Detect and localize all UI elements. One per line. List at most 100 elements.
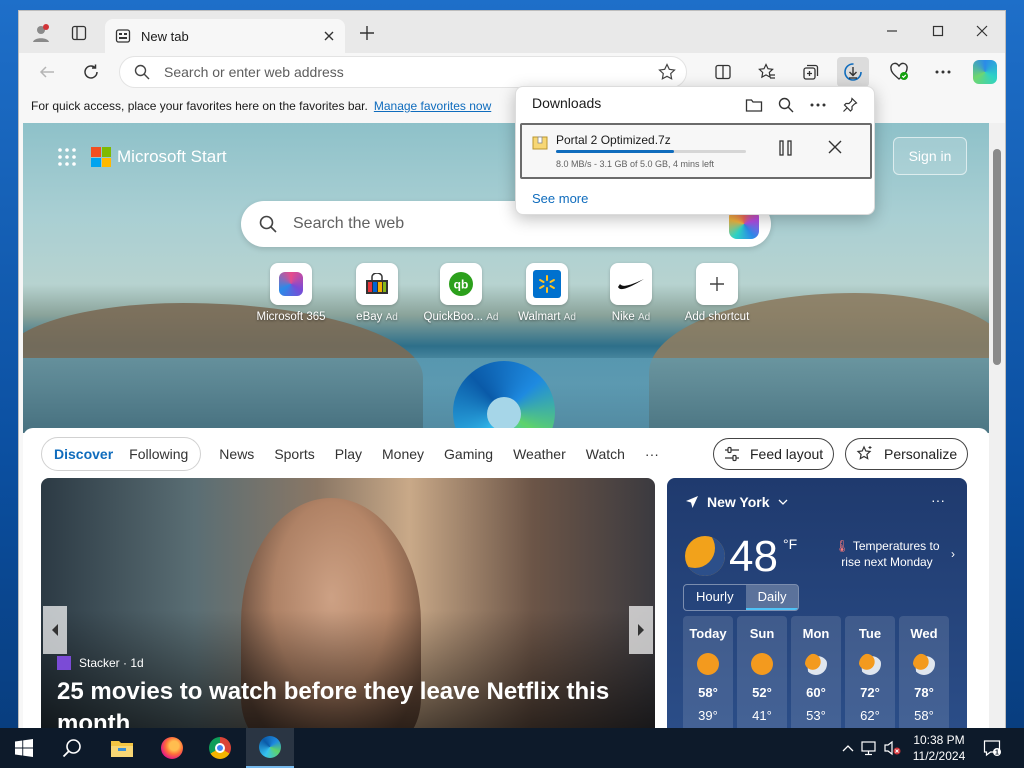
windows-logo-icon xyxy=(15,739,33,757)
download-file-name: Portal 2 Optimized.7z xyxy=(556,133,671,147)
sun-icon xyxy=(697,653,719,675)
shortcut-microsoft-365[interactable]: Microsoft 365 xyxy=(251,263,331,323)
mode-daily[interactable]: Daily xyxy=(745,585,799,610)
refresh-icon[interactable] xyxy=(75,57,107,87)
weather-location[interactable]: New York xyxy=(685,494,788,510)
article-source: Stacker · 1d xyxy=(57,656,144,670)
shortcut-label: Nike xyxy=(611,311,635,323)
nav-play[interactable]: Play xyxy=(325,446,372,462)
nav-sports[interactable]: Sports xyxy=(264,446,324,462)
featured-article[interactable]: Stacker · 1d 25 movies to watch before t… xyxy=(41,478,655,743)
nav-watch[interactable]: Watch xyxy=(576,446,635,462)
close-window-button[interactable] xyxy=(959,11,1005,51)
shortcut-add[interactable]: Add shortcut xyxy=(677,263,757,323)
feed-layout-button[interactable]: Feed layout xyxy=(713,438,835,470)
shortcut-walmart[interactable]: Walmart Ad xyxy=(507,263,587,323)
crescent-moon-icon xyxy=(685,536,725,576)
scrollbar-thumb[interactable] xyxy=(993,149,1001,365)
taskbar-chrome[interactable] xyxy=(196,728,244,768)
nav-more[interactable]: ··· xyxy=(635,446,669,462)
maximize-button[interactable] xyxy=(915,11,961,51)
page-scrollbar[interactable] xyxy=(989,123,1005,743)
sparkle-star-icon xyxy=(856,445,872,460)
new-tab-page: Microsoft Start Sign in Search the web M… xyxy=(23,123,989,743)
mode-hourly[interactable]: Hourly xyxy=(684,585,746,610)
nav-weather[interactable]: Weather xyxy=(503,446,576,462)
carousel-next-button[interactable] xyxy=(629,606,653,654)
folder-icon xyxy=(111,741,133,757)
chevron-up-icon xyxy=(842,745,854,752)
split-screen-icon[interactable] xyxy=(707,57,739,87)
personalize-button[interactable]: Personalize xyxy=(845,438,969,470)
notifications-icon[interactable]: 1 xyxy=(982,738,1002,758)
carousel-prev-button[interactable] xyxy=(43,606,67,654)
open-folder-icon[interactable] xyxy=(742,93,766,117)
partly-cloudy-icon xyxy=(913,653,935,675)
collections-icon[interactable] xyxy=(795,57,827,87)
forecast-day[interactable]: Today 58° 39° xyxy=(683,616,733,743)
pause-download-button[interactable] xyxy=(778,139,794,157)
favorites-icon[interactable] xyxy=(751,57,783,87)
day-high: 60° xyxy=(806,685,826,700)
download-status: 8.0 MB/s - 3.1 GB of 5.0 GB, 4 mins left xyxy=(556,159,715,169)
search-downloads-icon[interactable] xyxy=(774,93,798,117)
back-icon[interactable] xyxy=(31,57,63,87)
downloads-icon[interactable] xyxy=(837,57,869,87)
brand-title: Microsoft Start xyxy=(117,147,227,166)
tab-actions-icon[interactable] xyxy=(65,19,93,47)
firefox-icon xyxy=(161,737,183,759)
taskbar-edge[interactable] xyxy=(246,728,294,768)
shortcut-nike[interactable]: Nike Ad xyxy=(591,263,671,323)
copilot-icon[interactable] xyxy=(969,57,1001,87)
forecast-day[interactable]: Tue 72° 62° xyxy=(845,616,895,743)
taskbar-clock[interactable]: 10:38 PM 11/2/2024 xyxy=(904,732,974,764)
favorites-bar-hint: For quick access, place your favorites h… xyxy=(31,99,368,113)
see-more-link[interactable]: See more xyxy=(532,191,588,206)
taskbar-search-button[interactable] xyxy=(48,728,96,768)
more-options-icon[interactable] xyxy=(927,57,959,87)
forecast-day[interactable]: Sun 52° 41° xyxy=(737,616,787,743)
browser-essentials-icon[interactable] xyxy=(883,57,915,87)
sign-in-button[interactable]: Sign in xyxy=(893,137,967,175)
downloads-more-icon[interactable] xyxy=(806,93,830,117)
forecast-day[interactable]: Wed 78° 58° xyxy=(899,616,949,743)
day-name: Wed xyxy=(910,626,938,641)
volume-muted-icon[interactable] xyxy=(882,738,902,758)
address-bar[interactable]: Search or enter web address xyxy=(119,56,687,88)
taskbar-file-explorer[interactable] xyxy=(98,728,146,768)
forecast-day[interactable]: Mon 60° 53° xyxy=(791,616,841,743)
taskbar-firefox[interactable] xyxy=(148,728,196,768)
walmart-icon xyxy=(526,263,568,305)
start-button[interactable] xyxy=(0,728,48,768)
shortcut-label: eBay xyxy=(356,311,383,323)
tab-following[interactable]: Following xyxy=(121,446,196,462)
profile-icon[interactable] xyxy=(27,19,55,47)
nav-money[interactable]: Money xyxy=(372,446,434,462)
tab-discover[interactable]: Discover xyxy=(46,446,121,462)
new-tab-button[interactable] xyxy=(353,19,381,47)
cancel-download-button[interactable] xyxy=(828,140,842,154)
day-high: 58° xyxy=(698,685,718,700)
download-item[interactable]: Portal 2 Optimized.7z 8.0 MB/s - 3.1 GB … xyxy=(520,123,872,179)
tab-new-tab[interactable]: New tab xyxy=(105,19,345,53)
weather-alert[interactable]: 🌡 Temperatures to rise next Monday › xyxy=(829,538,955,570)
close-tab-icon[interactable] xyxy=(323,30,335,42)
minimize-button[interactable] xyxy=(869,11,915,51)
weather-card[interactable]: New York ··· 48 °F 🌡 Temperatures to ris… xyxy=(667,478,967,743)
alert-text: Temperatures to rise next Monday xyxy=(841,539,940,569)
shortcut-ebay[interactable]: eBay Ad xyxy=(337,263,417,323)
show-hidden-icons[interactable] xyxy=(838,738,858,758)
pin-icon[interactable] xyxy=(838,93,862,117)
nav-gaming[interactable]: Gaming xyxy=(434,446,503,462)
shortcut-quickbooks[interactable]: qb QuickBoo... Ad xyxy=(421,263,501,323)
apps-grid-icon[interactable] xyxy=(57,147,77,167)
manage-favorites-link[interactable]: Manage favorites now xyxy=(374,99,491,113)
downloads-title: Downloads xyxy=(532,95,602,111)
download-progress-bar xyxy=(556,150,746,153)
daily-forecast: Today 58° 39° Sun 52° 41° Mon 60° 53° Tu… xyxy=(683,616,949,743)
favorite-star-icon[interactable] xyxy=(658,63,676,81)
nav-news[interactable]: News xyxy=(209,446,264,462)
search-icon xyxy=(134,64,150,80)
weather-more-icon[interactable]: ··· xyxy=(931,492,945,508)
network-icon[interactable] xyxy=(860,738,880,758)
